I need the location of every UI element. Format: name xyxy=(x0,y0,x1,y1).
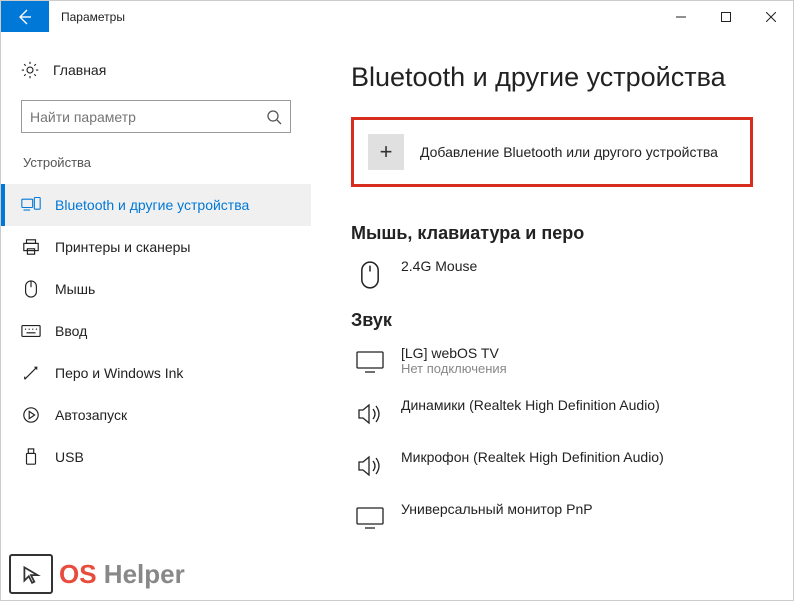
devices-icon xyxy=(21,195,41,215)
device-name: [LG] webOS TV xyxy=(401,345,507,361)
pen-icon xyxy=(21,363,41,383)
home-label: Главная xyxy=(53,62,106,78)
sidebar-item-label: Bluetooth и другие устройства xyxy=(55,197,249,213)
device-name: Универсальный монитор PnP xyxy=(401,501,593,517)
device-speakers[interactable]: Динамики (Realtek High Definition Audio) xyxy=(351,397,753,431)
device-microphone[interactable]: Микрофон (Realtek High Definition Audio) xyxy=(351,449,753,483)
sidebar-item-printers[interactable]: Принтеры и сканеры xyxy=(1,226,311,268)
add-device-button[interactable]: + Добавление Bluetooth или другого устро… xyxy=(351,117,753,187)
home-link[interactable]: Главная xyxy=(21,52,311,88)
section-sound-title: Звук xyxy=(351,310,753,331)
sidebar-item-pen[interactable]: Перо и Windows Ink xyxy=(1,352,311,394)
sidebar-item-label: Автозапуск xyxy=(55,407,127,423)
sidebar-item-mouse[interactable]: Мышь xyxy=(1,268,311,310)
monitor-icon xyxy=(351,345,389,379)
monitor-icon xyxy=(351,501,389,535)
plus-icon: + xyxy=(368,134,404,170)
window-controls xyxy=(658,1,793,32)
sidebar-section-header: Устройства xyxy=(21,155,311,170)
content-area: Bluetooth и другие устройства + Добавлен… xyxy=(311,32,793,600)
printer-icon xyxy=(21,237,41,257)
sidebar-item-usb[interactable]: USB xyxy=(1,436,311,478)
window-title: Параметры xyxy=(49,1,658,32)
usb-icon xyxy=(21,447,41,467)
device-status: Нет подключения xyxy=(401,361,507,376)
autoplay-icon xyxy=(21,405,41,425)
search-icon xyxy=(266,109,282,125)
gear-icon xyxy=(21,61,39,79)
sidebar-item-label: USB xyxy=(55,449,84,465)
keyboard-icon xyxy=(21,321,41,341)
page-title: Bluetooth и другие устройства xyxy=(351,62,753,93)
minimize-button[interactable] xyxy=(658,1,703,32)
sidebar-item-autoplay[interactable]: Автозапуск xyxy=(1,394,311,436)
arrow-left-icon xyxy=(17,9,33,25)
add-device-label: Добавление Bluetooth или другого устройс… xyxy=(420,144,718,160)
sidebar-item-label: Перо и Windows Ink xyxy=(55,365,183,381)
device-name: Динамики (Realtek High Definition Audio) xyxy=(401,397,660,413)
speaker-icon xyxy=(351,449,389,483)
device-monitor-pnp[interactable]: Универсальный монитор PnP xyxy=(351,501,753,535)
sidebar-item-label: Принтеры и сканеры xyxy=(55,239,190,255)
device-name: Микрофон (Realtek High Definition Audio) xyxy=(401,449,664,465)
search-box[interactable] xyxy=(21,100,291,133)
sidebar-item-label: Мышь xyxy=(55,281,95,297)
device-tv[interactable]: [LG] webOS TV Нет подключения xyxy=(351,345,753,379)
sidebar-item-bluetooth[interactable]: Bluetooth и другие устройства xyxy=(1,184,311,226)
back-button[interactable] xyxy=(1,1,49,32)
mouse-device-icon xyxy=(351,258,389,292)
sidebar-item-label: Ввод xyxy=(55,323,87,339)
device-mouse[interactable]: 2.4G Mouse xyxy=(351,258,753,292)
titlebar: Параметры xyxy=(1,1,793,32)
speaker-icon xyxy=(351,397,389,431)
maximize-button[interactable] xyxy=(703,1,748,32)
watermark-os: OS xyxy=(59,559,104,589)
cursor-icon xyxy=(9,554,53,594)
section-mouse-title: Мышь, клавиатура и перо xyxy=(351,223,753,244)
close-button[interactable] xyxy=(748,1,793,32)
watermark-helper: Helper xyxy=(104,559,185,589)
search-input[interactable] xyxy=(30,109,266,125)
sidebar: Главная Устройства Bluetooth и другие ус… xyxy=(1,32,311,600)
sidebar-item-typing[interactable]: Ввод xyxy=(1,310,311,352)
device-name: 2.4G Mouse xyxy=(401,258,477,274)
watermark: OS Helper xyxy=(9,554,185,594)
mouse-icon xyxy=(21,279,41,299)
